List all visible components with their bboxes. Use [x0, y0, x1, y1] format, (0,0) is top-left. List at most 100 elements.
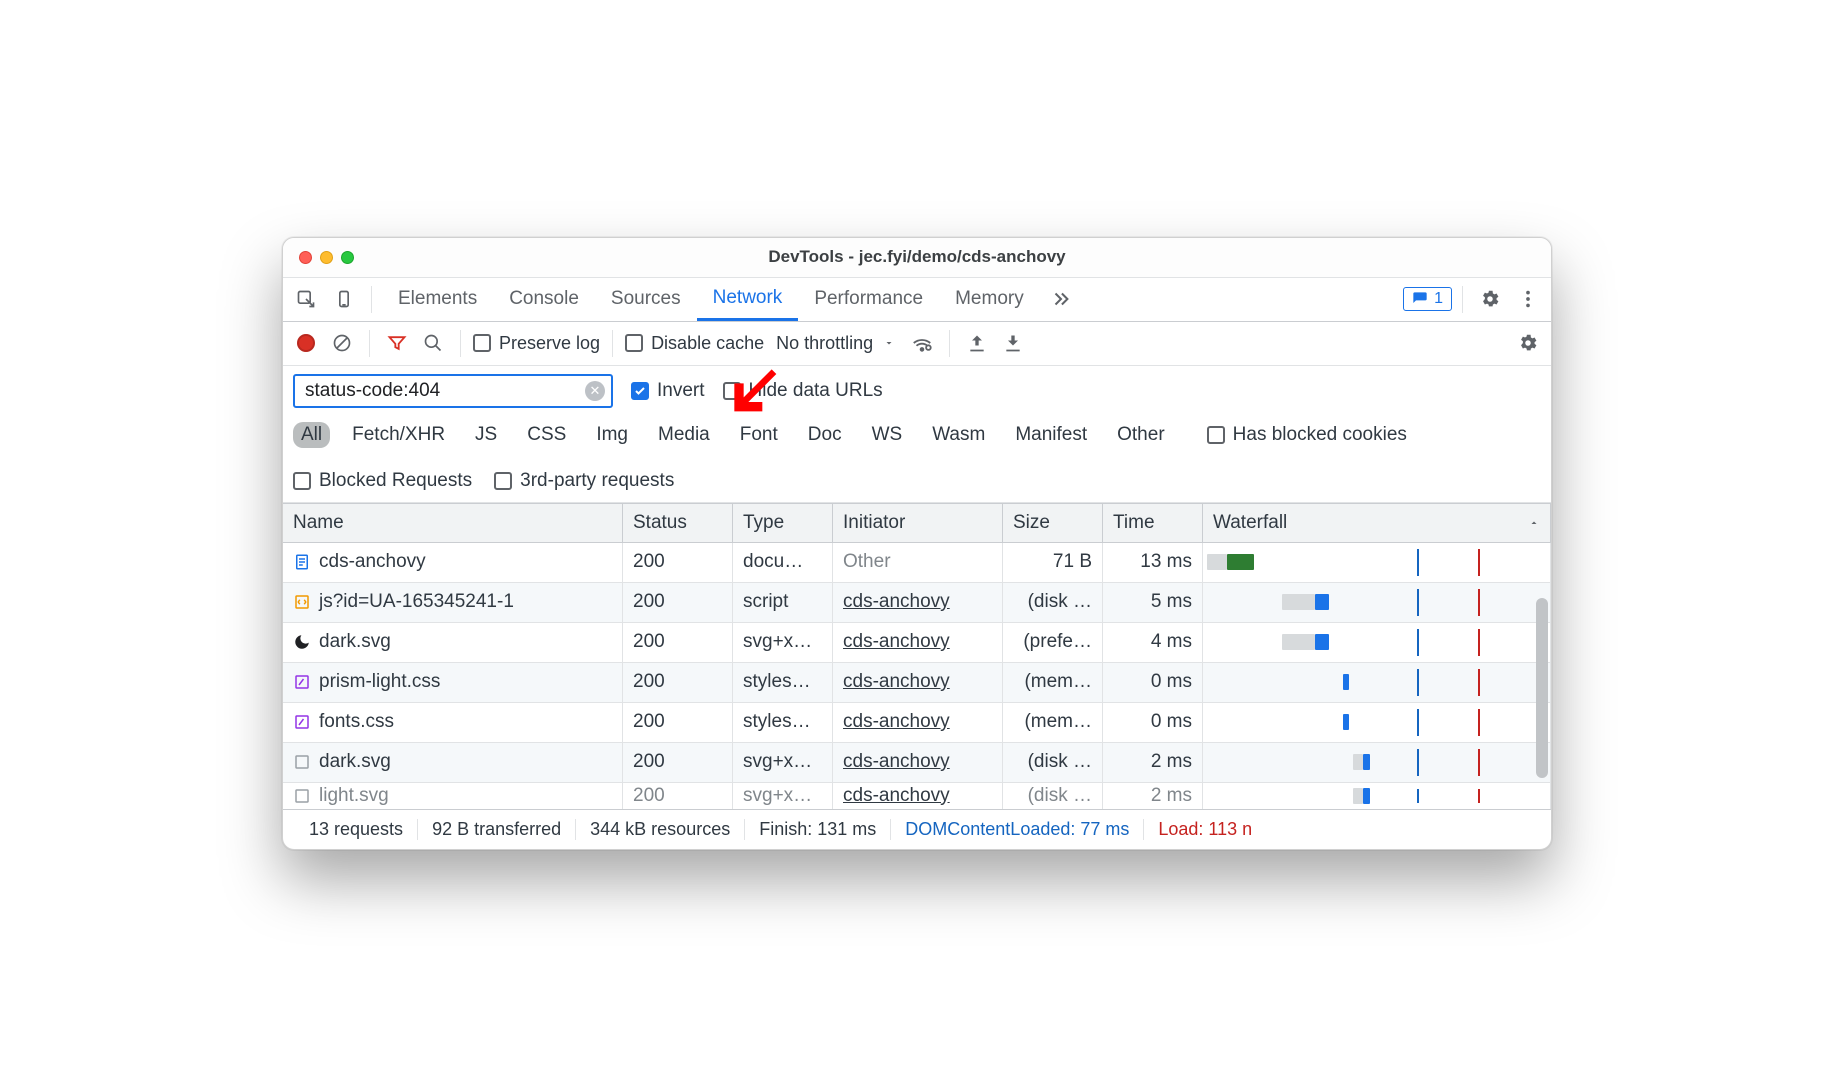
tab-performance[interactable]: Performance: [798, 278, 939, 321]
cell-waterfall[interactable]: [1203, 583, 1551, 623]
tab-network[interactable]: Network: [697, 278, 799, 321]
cell-time[interactable]: 2 ms: [1103, 743, 1203, 783]
disable-cache-checkbox[interactable]: Disable cache: [625, 333, 764, 354]
network-conditions-icon[interactable]: [907, 328, 937, 358]
col-name[interactable]: Name: [283, 503, 623, 543]
cell-status[interactable]: 200: [623, 543, 733, 583]
more-tabs-icon[interactable]: [1044, 282, 1078, 316]
cell-name[interactable]: dark.svg: [283, 743, 623, 783]
record-button[interactable]: [291, 328, 321, 358]
type-media[interactable]: Media: [650, 422, 718, 448]
type-ws[interactable]: WS: [864, 422, 911, 448]
cell-time[interactable]: 13 ms: [1103, 543, 1203, 583]
cell-type[interactable]: docu…: [733, 543, 833, 583]
cell-time[interactable]: 4 ms: [1103, 623, 1203, 663]
type-img[interactable]: Img: [588, 422, 636, 448]
cell-time[interactable]: 0 ms: [1103, 703, 1203, 743]
cell-size[interactable]: (prefe…: [1003, 623, 1103, 663]
cell-type[interactable]: styles…: [733, 663, 833, 703]
cell-waterfall[interactable]: [1203, 623, 1551, 663]
network-settings-gear-icon[interactable]: [1513, 328, 1543, 358]
type-wasm[interactable]: Wasm: [924, 422, 993, 448]
cell-initiator[interactable]: cds-anchovy: [833, 623, 1003, 663]
cell-initiator[interactable]: cds-anchovy: [833, 743, 1003, 783]
clear-button[interactable]: [327, 328, 357, 358]
preserve-log-checkbox[interactable]: Preserve log: [473, 333, 600, 354]
blocked-requests-checkbox[interactable]: Blocked Requests: [293, 470, 472, 492]
cell-type[interactable]: svg+x…: [733, 623, 833, 663]
cell-initiator[interactable]: cds-anchovy: [833, 703, 1003, 743]
kebab-menu-icon[interactable]: [1511, 282, 1545, 316]
cell-waterfall[interactable]: [1203, 783, 1551, 809]
cell-initiator[interactable]: cds-anchovy: [833, 663, 1003, 703]
initiator-link[interactable]: cds-anchovy: [843, 591, 950, 612]
cell-size[interactable]: 71 B: [1003, 543, 1103, 583]
col-initiator[interactable]: Initiator: [833, 503, 1003, 543]
cell-name[interactable]: cds-anchovy: [283, 543, 623, 583]
cell-size[interactable]: (mem…: [1003, 663, 1103, 703]
cell-name[interactable]: prism-light.css: [283, 663, 623, 703]
upload-har-icon[interactable]: [962, 328, 992, 358]
cell-time[interactable]: 0 ms: [1103, 663, 1203, 703]
type-all[interactable]: All: [293, 422, 330, 448]
cell-time[interactable]: 2 ms: [1103, 783, 1203, 809]
cell-type[interactable]: styles…: [733, 703, 833, 743]
initiator-link[interactable]: cds-anchovy: [843, 785, 950, 806]
col-size[interactable]: Size: [1003, 503, 1103, 543]
inspect-icon[interactable]: [289, 282, 323, 316]
cell-waterfall[interactable]: [1203, 663, 1551, 703]
cell-status[interactable]: 200: [623, 583, 733, 623]
tab-sources[interactable]: Sources: [595, 278, 697, 321]
device-toggle-icon[interactable]: [327, 282, 361, 316]
search-icon[interactable]: [418, 328, 448, 358]
initiator-link[interactable]: cds-anchovy: [843, 671, 950, 692]
cell-type[interactable]: script: [733, 583, 833, 623]
col-waterfall[interactable]: Waterfall: [1203, 503, 1551, 543]
cell-status[interactable]: 200: [623, 703, 733, 743]
cell-status[interactable]: 200: [623, 743, 733, 783]
cell-status[interactable]: 200: [623, 783, 733, 809]
settings-gear-icon[interactable]: [1473, 282, 1507, 316]
col-type[interactable]: Type: [733, 503, 833, 543]
cell-name[interactable]: fonts.css: [283, 703, 623, 743]
cell-initiator[interactable]: Other: [833, 543, 1003, 583]
cell-initiator[interactable]: cds-anchovy: [833, 783, 1003, 809]
has-blocked-cookies-checkbox[interactable]: Has blocked cookies: [1207, 424, 1407, 446]
tab-memory[interactable]: Memory: [939, 278, 1040, 321]
type-css[interactable]: CSS: [519, 422, 574, 448]
cell-name[interactable]: dark.svg: [283, 623, 623, 663]
cell-name[interactable]: light.svg: [283, 783, 623, 809]
issues-badge[interactable]: 1: [1403, 287, 1452, 311]
tab-console[interactable]: Console: [493, 278, 595, 321]
third-party-checkbox[interactable]: 3rd-party requests: [494, 470, 674, 492]
cell-size[interactable]: (disk …: [1003, 583, 1103, 623]
clear-filter-icon[interactable]: ✕: [585, 381, 605, 401]
scrollbar-thumb[interactable]: [1536, 598, 1548, 778]
download-har-icon[interactable]: [998, 328, 1028, 358]
col-time[interactable]: Time: [1103, 503, 1203, 543]
initiator-link[interactable]: cds-anchovy: [843, 631, 950, 652]
cell-waterfall[interactable]: [1203, 703, 1551, 743]
type-manifest[interactable]: Manifest: [1007, 422, 1095, 448]
cell-type[interactable]: svg+x…: [733, 783, 833, 809]
cell-waterfall[interactable]: [1203, 543, 1551, 583]
cell-size[interactable]: (disk …: [1003, 783, 1103, 809]
cell-size[interactable]: (disk …: [1003, 743, 1103, 783]
initiator-link[interactable]: cds-anchovy: [843, 751, 950, 772]
tab-elements[interactable]: Elements: [382, 278, 493, 321]
hide-data-urls-checkbox[interactable]: Hide data URLs: [723, 380, 883, 402]
throttling-dropdown[interactable]: No throttling: [770, 333, 901, 354]
cell-name[interactable]: js?id=UA-165345241-1: [283, 583, 623, 623]
type-fetch-xhr[interactable]: Fetch/XHR: [344, 422, 453, 448]
col-status[interactable]: Status: [623, 503, 733, 543]
cell-status[interactable]: 200: [623, 623, 733, 663]
type-other[interactable]: Other: [1109, 422, 1173, 448]
filter-toggle-icon[interactable]: [382, 328, 412, 358]
cell-time[interactable]: 5 ms: [1103, 583, 1203, 623]
type-js[interactable]: JS: [467, 422, 505, 448]
initiator-link[interactable]: cds-anchovy: [843, 711, 950, 732]
cell-status[interactable]: 200: [623, 663, 733, 703]
cell-initiator[interactable]: cds-anchovy: [833, 583, 1003, 623]
cell-waterfall[interactable]: [1203, 743, 1551, 783]
type-font[interactable]: Font: [732, 422, 786, 448]
